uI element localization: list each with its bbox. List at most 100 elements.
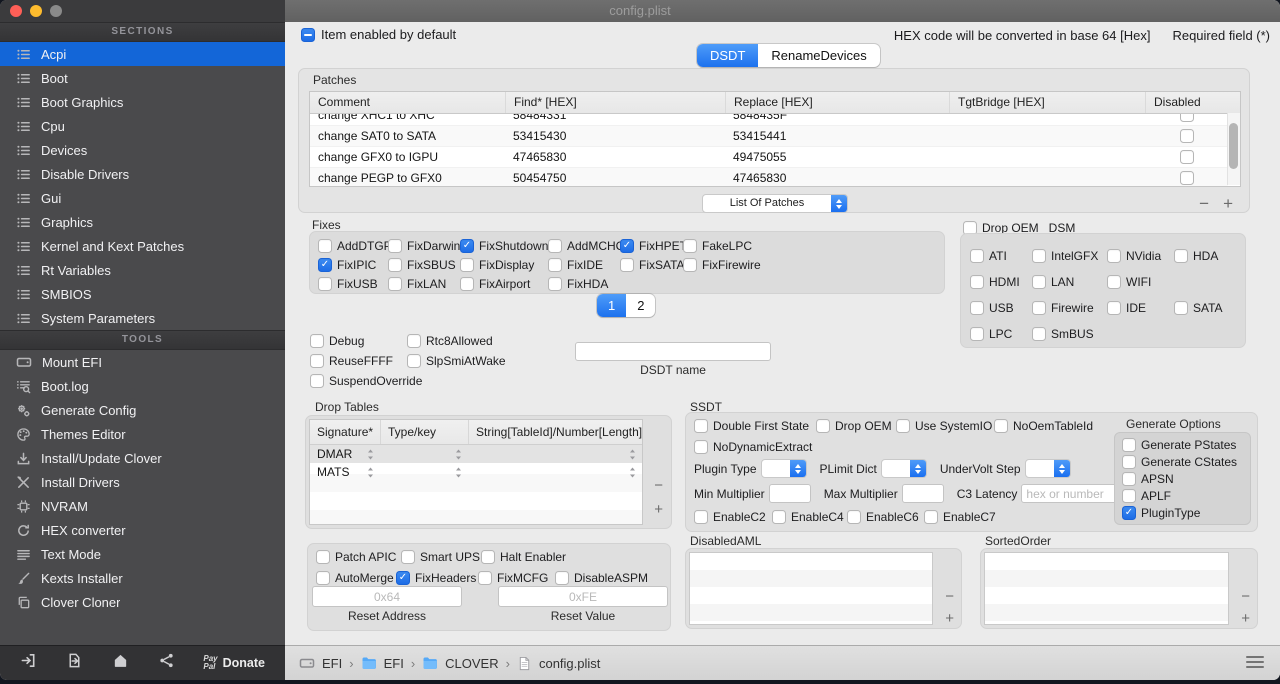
add-patch-button[interactable]: + <box>1223 195 1233 212</box>
table-row[interactable]: change XHC1 to XHC 58484331 5848435F <box>310 114 1228 126</box>
sidebar-item-smbios[interactable]: SMBIOS <box>0 282 285 306</box>
add-table-button[interactable]: + <box>654 502 663 517</box>
checkbox-automerge[interactable]: AutoMerge <box>316 571 396 585</box>
reset-value-input[interactable] <box>498 586 668 607</box>
sidebar-item-cpu[interactable]: Cpu <box>0 114 285 138</box>
checkbox-generate-cstates[interactable]: Generate CStates <box>1122 455 1250 469</box>
checkbox-fixheaders[interactable]: FixHeaders <box>396 571 478 585</box>
patches-scrollbar-thumb[interactable] <box>1229 123 1238 169</box>
stepper-icon[interactable] <box>455 467 462 478</box>
checkbox-nodynamicextract[interactable]: NoDynamicExtract <box>694 440 812 454</box>
stepper-icon[interactable] <box>367 449 374 460</box>
breadcrumb-efi[interactable]: EFI <box>384 656 404 671</box>
checkbox-double-first-state[interactable]: Double First State <box>694 419 816 433</box>
table-row[interactable]: change SAT0 to SATA 53415430 53415441 <box>310 126 1228 147</box>
drop-table-row[interactable]: MATS <box>310 463 642 481</box>
sidebar-item-kernel-and-kext-patches[interactable]: Kernel and Kext Patches <box>0 234 285 258</box>
sidebar-item-acpi[interactable]: Acpi <box>0 42 285 66</box>
checkbox-nooemtableid[interactable]: NoOemTableId <box>994 419 1093 433</box>
checkbox-hda[interactable]: HDA <box>1174 249 1245 263</box>
checkbox-fixsata[interactable]: FixSATA <box>620 257 685 272</box>
stepper-icon[interactable] <box>629 467 636 478</box>
column-header-find-hex[interactable]: Find* [HEX] <box>505 92 725 113</box>
remove-patch-button[interactable]: − <box>1199 195 1209 212</box>
checkbox-apsn[interactable]: APSN <box>1122 472 1250 486</box>
checkbox-smart-ups[interactable]: Smart UPS <box>401 550 481 564</box>
checkbox-drop-oem[interactable]: Drop OEM <box>816 419 896 433</box>
checkbox-fixairport[interactable]: FixAirport <box>460 276 548 291</box>
donate-button[interactable]: Pay Pal Donate <box>203 654 265 672</box>
sidebar-tool-generate-config[interactable]: Generate Config <box>0 398 285 422</box>
sidebar-item-rt-variables[interactable]: Rt Variables <box>0 258 285 282</box>
checkbox-use-systemio[interactable]: Use SystemIO <box>896 419 994 433</box>
sidebar-item-graphics[interactable]: Graphics <box>0 210 285 234</box>
checkbox-addmchc[interactable]: AddMCHC <box>548 238 624 253</box>
checkbox-fixshutdown[interactable]: FixShutdown <box>460 238 548 253</box>
checkbox-plugintype[interactable]: PluginType <box>1122 506 1250 520</box>
checkbox-ati[interactable]: ATI <box>970 249 1032 263</box>
reset-address-input[interactable] <box>312 586 462 607</box>
input-min-multiplier[interactable] <box>768 484 811 503</box>
checkbox-fixdarwin[interactable]: FixDarwin <box>388 238 460 253</box>
sidebar-item-boot[interactable]: Boot <box>0 66 285 90</box>
sidebar-item-boot-graphics[interactable]: Boot Graphics <box>0 90 285 114</box>
zoom-button[interactable] <box>50 5 62 17</box>
stepper-icon[interactable] <box>367 467 374 478</box>
checkbox-wifi[interactable]: WIFI <box>1107 275 1174 289</box>
add-aml-button[interactable]: + <box>945 611 954 626</box>
item-enabled-checkbox[interactable]: Item enabled by default <box>301 27 456 42</box>
checkbox-fixhda[interactable]: FixHDA <box>548 276 620 291</box>
tab-dsdt[interactable]: DSDT <box>697 44 759 67</box>
column-header-comment[interactable]: Comment <box>310 92 505 113</box>
column-header-signature[interactable]: Signature* <box>310 420 380 444</box>
checkbox-fixhpet[interactable]: FixHPET <box>620 238 687 253</box>
checkbox-lpc[interactable]: LPC <box>970 327 1032 341</box>
sidebar-tool-themes-editor[interactable]: Themes Editor <box>0 422 285 446</box>
list-of-patches-dropdown[interactable]: List Of Patches <box>702 194 848 213</box>
column-header-disabled[interactable]: Disabled <box>1145 92 1228 113</box>
checkbox-disableaspm[interactable]: DisableASPM <box>555 571 648 585</box>
tab-renamedevices[interactable]: RenameDevices <box>758 44 879 67</box>
dropdown-plugin-type[interactable] <box>760 459 807 478</box>
footer-home-icon[interactable] <box>112 652 129 674</box>
sidebar-tool-text-mode[interactable]: Text Mode <box>0 542 285 566</box>
disabled-checkbox[interactable] <box>1179 129 1194 143</box>
checkbox-debug[interactable]: Debug <box>310 334 407 348</box>
disabled-checkbox[interactable] <box>1179 171 1194 185</box>
minimize-button[interactable] <box>30 5 42 17</box>
column-header-type-key[interactable]: Type/key <box>380 420 468 444</box>
checkbox-lan[interactable]: LAN <box>1032 275 1107 289</box>
checkbox-rtc8allowed[interactable]: Rtc8Allowed <box>407 334 506 348</box>
checkbox-patch-apic[interactable]: Patch APIC <box>316 550 401 564</box>
remove-table-button[interactable]: − <box>654 478 663 493</box>
checkbox-intelgfx[interactable]: IntelGFX <box>1032 249 1107 263</box>
checkbox-fixide[interactable]: FixIDE <box>548 257 620 272</box>
footer-import-icon[interactable] <box>20 652 37 674</box>
checkbox-firewire[interactable]: Firewire <box>1032 301 1107 315</box>
checkbox-generate-pstates[interactable]: Generate PStates <box>1122 438 1250 452</box>
column-header-replace-hex[interactable]: Replace [HEX] <box>725 92 949 113</box>
sidebar-item-gui[interactable]: Gui <box>0 186 285 210</box>
checkbox-halt-enabler[interactable]: Halt Enabler <box>481 550 566 564</box>
checkbox-enablec4[interactable]: EnableC4 <box>772 510 847 524</box>
table-row[interactable]: change PEGP to GFX0 50454750 47465830 <box>310 168 1228 186</box>
checkbox-fixmcfg[interactable]: FixMCFG <box>478 571 555 585</box>
checkbox-fixlan[interactable]: FixLAN <box>388 276 460 291</box>
sidebar-tool-boot-log[interactable]: Boot.log <box>0 374 285 398</box>
sidebar-tool-install-update-clover[interactable]: Install/Update Clover <box>0 446 285 470</box>
dsdt-name-input[interactable] <box>575 342 771 361</box>
patches-body-viewport[interactable]: change XHC1 to XHC 58484331 5848435F change… <box>310 114 1228 186</box>
sidebar-item-system-parameters[interactable]: System Parameters <box>0 306 285 330</box>
column-header-tgtbridge-hex[interactable]: TgtBridge [HEX] <box>949 92 1145 113</box>
checkbox-aplf[interactable]: APLF <box>1122 489 1250 503</box>
dropdown-undervolt-step[interactable] <box>1024 459 1071 478</box>
breadcrumb-efi[interactable]: EFI <box>322 656 342 671</box>
patches-scrollbar[interactable] <box>1227 113 1240 185</box>
checkbox-nvidia[interactable]: NVidia <box>1107 249 1174 263</box>
column-header-string-tableid-number-length[interactable]: String[TableId]/Number[Length] <box>468 420 642 444</box>
footer-share-icon[interactable] <box>158 652 175 674</box>
remove-aml-button[interactable]: − <box>945 589 954 604</box>
add-sorted-button[interactable]: + <box>1241 611 1250 626</box>
checkbox-usb[interactable]: USB <box>970 301 1032 315</box>
checkbox-fixusb[interactable]: FixUSB <box>318 276 388 291</box>
